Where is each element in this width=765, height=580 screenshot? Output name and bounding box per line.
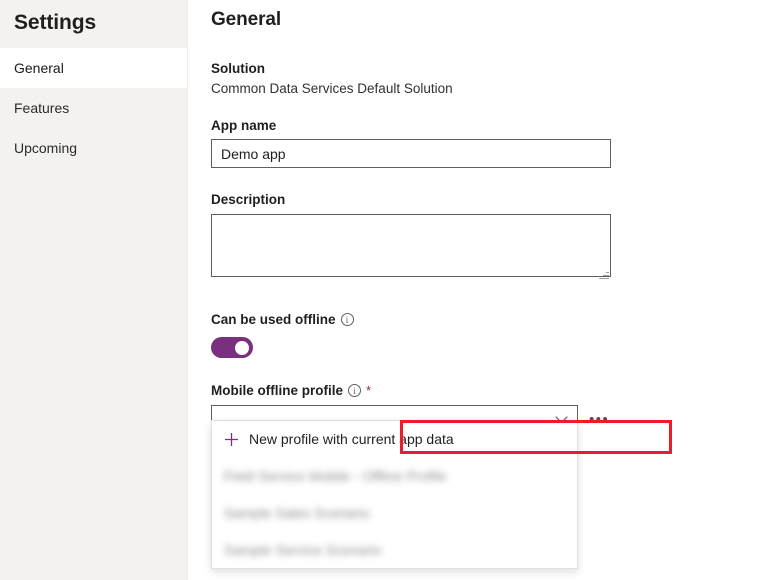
info-icon[interactable]: i [341,313,354,326]
dropdown-option-new-profile[interactable]: New profile with current app data [212,421,577,457]
settings-sidebar: Settings General Features Upcoming [0,0,188,580]
dropdown-option-label: New profile with current app data [249,431,454,447]
dropdown-option-label: Sample Sales Scenario [224,505,370,521]
description-textarea[interactable] [211,214,611,277]
dropdown-option-label: Field Service Mobile - Offline Profile [224,468,446,484]
profile-label-row: Mobile offline profile i * [211,383,765,398]
settings-page: Settings General Features Upcoming Gener… [0,0,765,580]
required-asterisk: * [366,384,371,397]
info-icon[interactable]: i [348,384,361,397]
solution-value: Common Data Services Default Solution [211,81,765,96]
profile-label: Mobile offline profile [211,383,343,398]
app-name-field: App name [211,118,765,168]
page-title: General [211,9,765,31]
description-wrapper [211,207,611,282]
dropdown-option-label: Sample Service Scenario [224,542,381,558]
solution-field: Solution Common Data Services Default So… [211,61,765,96]
dropdown-option-sample-service[interactable]: Sample Service Scenario [212,531,577,568]
offline-toggle-knob [235,341,249,355]
profile-dropdown-list: New profile with current app data Field … [211,420,578,569]
offline-toggle[interactable] [211,337,253,358]
sidebar-nav-list: General Features Upcoming [0,48,187,168]
profile-more-button[interactable]: ••• [589,412,609,427]
dropdown-option-field-service[interactable]: Field Service Mobile - Offline Profile [212,457,577,494]
dropdown-option-sample-sales[interactable]: Sample Sales Scenario [212,494,577,531]
sidebar-item-label: Features [14,100,69,116]
description-field: Description [211,192,765,282]
sidebar-title: Settings [0,0,187,35]
offline-label: Can be used offline [211,312,336,327]
sidebar-item-upcoming[interactable]: Upcoming [0,128,187,168]
general-settings-pane: General Solution Common Data Services De… [188,0,765,580]
description-label: Description [211,192,765,207]
app-name-input[interactable] [211,139,611,168]
solution-label: Solution [211,61,765,76]
sidebar-item-general[interactable]: General [0,48,187,88]
offline-label-row: Can be used offline i [211,312,765,327]
sidebar-item-features[interactable]: Features [0,88,187,128]
plus-icon [224,432,239,447]
sidebar-item-label: Upcoming [14,140,77,156]
offline-toggle-field: Can be used offline i [211,312,765,358]
app-name-label: App name [211,118,765,133]
sidebar-item-label: General [14,60,64,76]
